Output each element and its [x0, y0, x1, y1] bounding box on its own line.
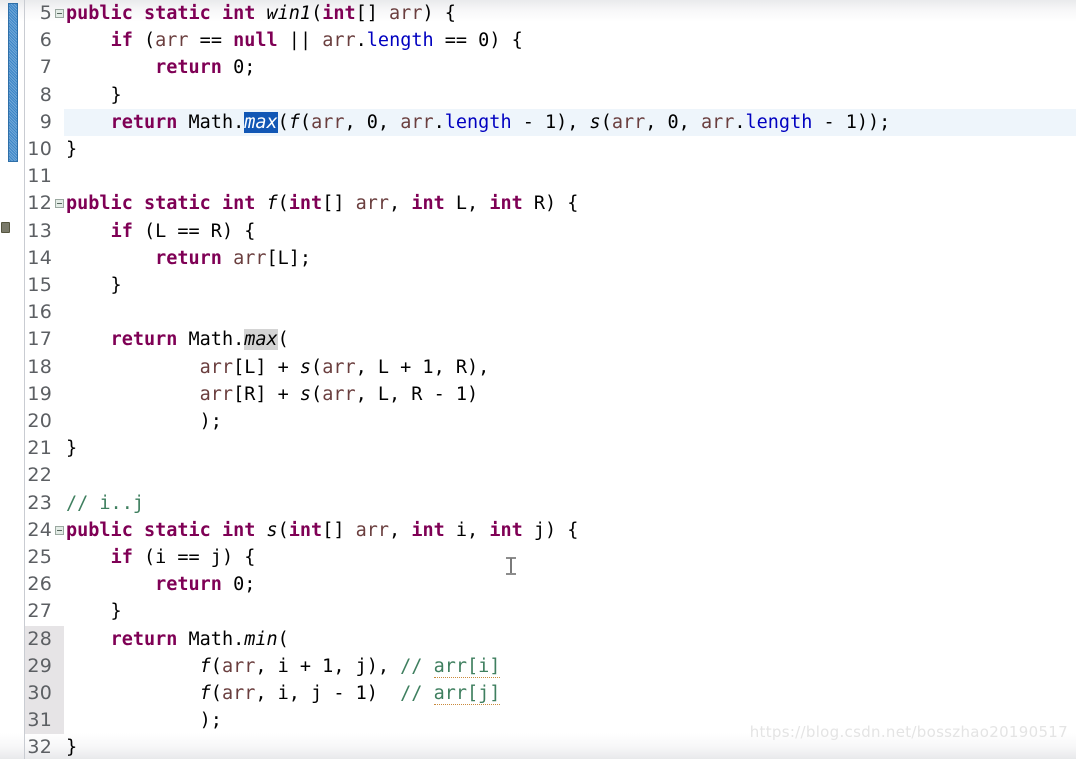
line-number: 22 [27, 464, 52, 487]
code-text: } [66, 84, 122, 106]
line-number: 31 [27, 709, 52, 732]
code-line[interactable]: 11 [0, 163, 1076, 190]
code-text: // i..j [66, 492, 144, 514]
code-text: } [66, 438, 78, 460]
line-number: 7 [39, 56, 52, 79]
code-line[interactable]: 29 f(arr, i + 1, j), // arr[i] [0, 652, 1076, 680]
code-line[interactable]: 15 } [0, 272, 1076, 299]
line-number: 25 [27, 546, 52, 568]
line-number: 23 [27, 491, 52, 514]
line-number: 20 [27, 410, 52, 432]
line-number: 30 [27, 682, 52, 704]
line-number: 16 [27, 301, 52, 324]
code-line[interactable]: 8 } [0, 82, 1076, 109]
line-number: 9 [39, 110, 52, 133]
line-number: 11 [27, 165, 52, 188]
code-line[interactable]: 7 return 0; [0, 54, 1076, 81]
watermark-text: https://blog.csdn.net/bosszhao20190517 [749, 723, 1068, 741]
code-text: return Math.max(f(arr, 0, arr.length - 1… [110, 111, 891, 133]
code-line[interactable]: 18 arr[L] + s(arr, L + 1, R), [0, 354, 1076, 381]
line-number: 15 [27, 274, 52, 296]
code-text: } [66, 275, 122, 296]
code-line[interactable]: 24 public static int s(int[] arr, int i, … [0, 517, 1076, 544]
code-text: } [66, 601, 122, 623]
code-line[interactable]: 12 public static int f(int[] arr, int L, … [0, 190, 1076, 217]
code-text: if (L == R) { [110, 220, 256, 242]
code-text: f(arr, i + 1, j), // arr[i] [199, 655, 501, 678]
code-text: f(arr, i, j - 1) // arr[j] [199, 683, 501, 705]
line-number: 18 [27, 355, 52, 378]
code-line[interactable]: 5 public static int win1(int[] arr) { [0, 0, 1076, 27]
line-number: 6 [39, 29, 52, 52]
code-line[interactable]: 6 if (arr == null || arr.length == 0) { [0, 27, 1076, 54]
line-number: 28 [27, 627, 52, 650]
code-line[interactable]: 14 return arr[L]; [0, 245, 1076, 272]
line-number: 14 [27, 246, 52, 269]
code-line[interactable]: 16 [0, 299, 1076, 326]
code-text: public static int win1(int[] arr) { [66, 3, 456, 24]
code-line[interactable]: 27 } [0, 598, 1076, 625]
code-line[interactable]: 17 return Math.max( [0, 326, 1076, 353]
code-line[interactable]: 30 f(arr, i, j - 1) // arr[j] [0, 680, 1076, 708]
code-text: return 0; [155, 57, 256, 79]
line-number: 17 [27, 328, 52, 351]
line-number: 13 [27, 219, 52, 242]
line-number: 24 [27, 518, 52, 541]
code-text: return arr[L]; [155, 247, 312, 269]
line-number: 12 [27, 192, 52, 215]
code-line[interactable]: 22 [0, 462, 1076, 489]
line-number: 21 [27, 437, 52, 460]
code-line[interactable]: 10} [0, 136, 1076, 163]
line-number: 5 [39, 2, 52, 24]
line-number: 10 [27, 138, 52, 160]
code-editor[interactable]: 5 public static int win1(int[] arr) { 6 if… [0, 0, 1076, 759]
code-line[interactable]: 25 if (i == j) { [0, 544, 1076, 571]
line-number: 19 [27, 382, 52, 405]
code-line[interactable]: 13 if (L == R) { [0, 218, 1076, 245]
code-line[interactable]: 23 // i..j [0, 490, 1076, 517]
code-text: } [66, 139, 78, 160]
line-number: 26 [27, 573, 52, 596]
code-line[interactable]: 9 return Math.max(f(arr, 0, arr.length -… [0, 108, 1076, 136]
code-text: if (arr == null || arr.length == 0) { [110, 30, 523, 52]
fold-collapse-icon[interactable] [55, 9, 64, 18]
code-text: return 0; [155, 574, 256, 596]
code-line[interactable]: 26 return 0; [0, 571, 1076, 598]
code-text: ); [66, 710, 222, 732]
line-number: 32 [27, 736, 52, 759]
code-text: public static int s(int[] arr, int i, in… [66, 519, 579, 541]
fold-collapse-icon[interactable] [55, 199, 64, 209]
line-number: 27 [27, 600, 52, 623]
code-text: arr[L] + s(arr, L + 1, R), [199, 356, 490, 378]
code-text: if (i == j) { [110, 547, 256, 568]
code-line[interactable]: 21} [0, 435, 1076, 462]
code-text: return Math.max( [110, 329, 289, 351]
selected-token: max [244, 111, 278, 133]
line-number: 29 [27, 654, 52, 677]
code-line[interactable]: 20 ); [0, 408, 1076, 435]
code-text: arr[R] + s(arr, L, R - 1) [199, 383, 479, 405]
code-text: return Math.min( [110, 628, 289, 650]
fold-collapse-icon[interactable] [55, 525, 64, 535]
code-line[interactable]: 28 return Math.min( [0, 625, 1076, 653]
line-number: 8 [39, 83, 52, 106]
code-text: ); [66, 411, 222, 432]
code-text: public static int f(int[] arr, int L, in… [66, 193, 579, 215]
code-text: } [66, 737, 78, 759]
code-line[interactable]: 19 arr[R] + s(arr, L, R - 1) [0, 381, 1076, 408]
